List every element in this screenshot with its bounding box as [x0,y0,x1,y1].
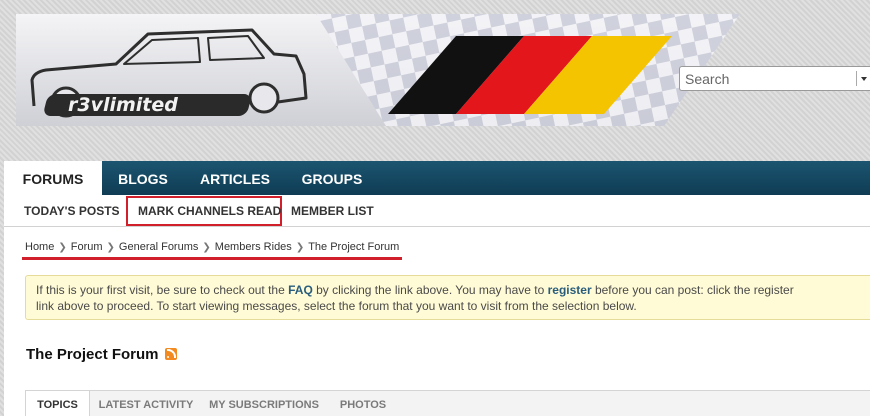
notice-line-2: link above to proceed. To start viewing … [36,299,637,313]
page-title: The Project Forum [26,346,177,364]
rss-feed-icon[interactable] [164,348,177,360]
welcome-notice: If this is your first visit, be sure to … [25,275,870,320]
site-logo: r3vlimited [44,94,251,116]
member-list-link[interactable]: MEMBER LIST [291,195,374,227]
search-input[interactable] [680,67,855,90]
notice-text: before you can post: click the register [591,283,794,297]
logo-text: r3vlimited [68,94,178,116]
todays-posts-link[interactable]: TODAY'S POSTS [24,195,120,227]
main-container: FORUMS BLOGS ARTICLES GROUPS TODAY'S POS… [4,161,870,416]
tab-my-subscriptions[interactable]: MY SUBSCRIPTIONS [202,391,326,416]
register-link[interactable]: register [548,283,592,297]
chevron-right-icon: ❯ [58,242,67,253]
faq-link[interactable]: FAQ [288,283,313,297]
page-title-text: The Project Forum [26,346,159,363]
chevron-right-icon: ❯ [295,242,305,253]
content-tabbar: TOPICS LATEST ACTIVITY MY SUBSCRIPTIONS … [25,390,870,416]
search-options-chevron-icon[interactable] [856,71,868,86]
breadcrumb-general-forums[interactable]: General Forums [119,241,198,253]
sub-navbar: TODAY'S POSTS MARK CHANNELS READ MEMBER … [4,195,870,227]
site-banner[interactable]: r3vlimited [16,14,740,126]
nav-tab-articles[interactable]: ARTICLES [184,161,286,195]
nav-tab-groups[interactable]: GROUPS [286,161,378,195]
notice-text: If this is your first visit, be sure to … [36,283,289,297]
chevron-right-icon: ❯ [106,242,115,253]
breadcrumb-the-project-forum[interactable]: The Project Forum [308,241,399,253]
search-box[interactable] [679,66,870,91]
nav-tab-forums[interactable]: FORUMS [4,161,102,195]
breadcrumb: Home ❯ Forum ❯ General Forums ❯ Members Rides ❯… [25,241,399,255]
breadcrumb-members-rides[interactable]: Members Rides [215,241,292,253]
tab-topics[interactable]: TOPICS [26,391,90,416]
main-navbar: FORUMS BLOGS ARTICLES GROUPS [4,161,870,195]
notice-line-1: If this is your first visit, be sure to … [36,282,870,298]
breadcrumb-underline [22,257,402,260]
banner-graphic: r3vlimited [16,14,740,126]
mark-channels-read-link[interactable]: MARK CHANNELS READ [138,195,281,227]
notice-text: by clicking the link above. You may have… [312,283,548,297]
tab-latest-activity[interactable]: LATEST ACTIVITY [90,391,202,416]
breadcrumb-home[interactable]: Home [25,241,54,253]
chevron-right-icon: ❯ [202,242,211,253]
tab-photos[interactable]: PHOTOS [326,391,400,416]
breadcrumb-forum[interactable]: Forum [71,241,103,253]
nav-tab-blogs[interactable]: BLOGS [102,161,184,195]
